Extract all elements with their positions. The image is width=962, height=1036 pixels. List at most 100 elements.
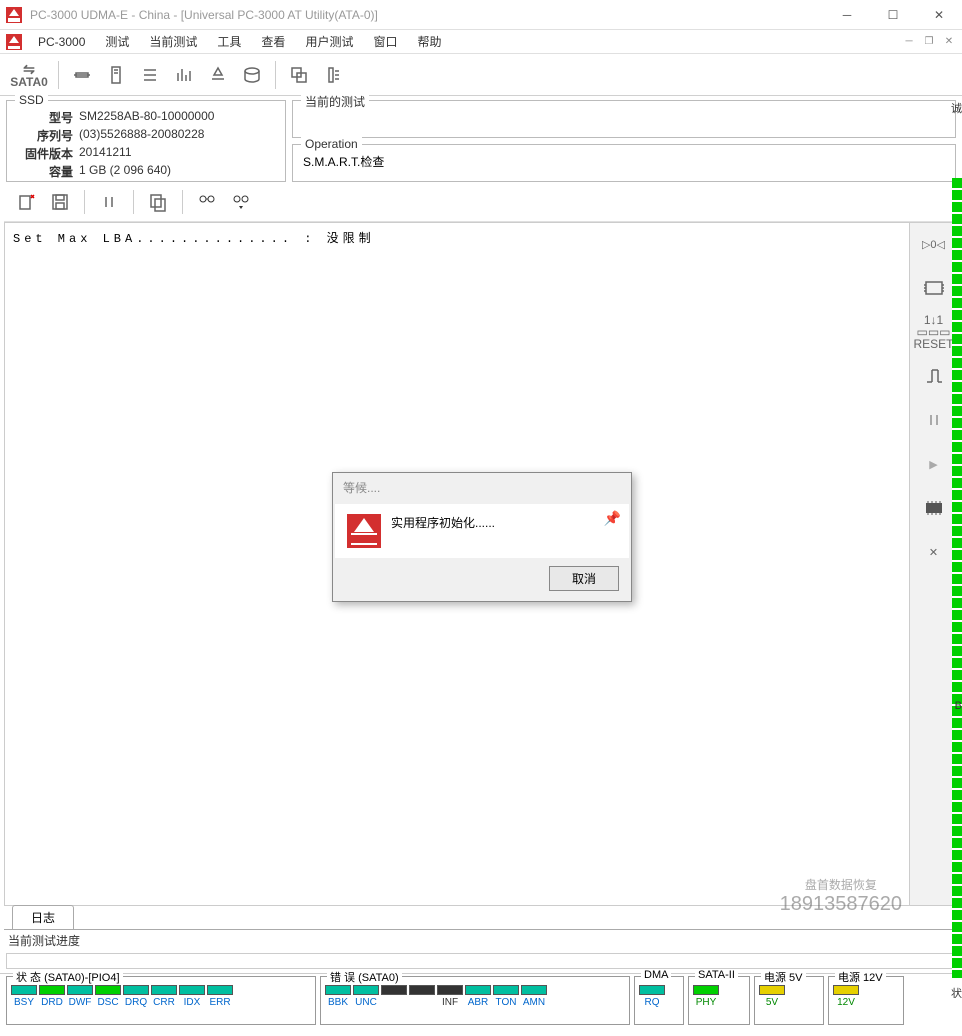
led-dwf [67,985,93,995]
led-5v [759,985,785,995]
menu-test[interactable]: 测试 [95,29,139,54]
rail-play-icon[interactable]: ▶ [918,451,950,477]
firmware-label: 固件版本 [17,145,73,162]
led-crr [151,985,177,995]
log-new-button[interactable] [12,188,40,216]
toolbar-btn-5[interactable] [203,58,233,92]
ssd-panel-title: SSD [15,93,48,107]
serial-value: (03)5526888-20080228 [79,127,204,144]
status-group-5v: 电源 5V 5V [754,976,824,1025]
activity-strip [952,178,962,978]
operation-title: Operation [301,137,362,151]
port-button[interactable]: ⇋ SATA0 [8,58,50,92]
menu-current-test[interactable]: 当前测试 [139,29,207,54]
led-drd [39,985,65,995]
menu-view[interactable]: 查看 [251,29,295,54]
menu-help[interactable]: 帮助 [407,29,451,54]
menu-logo-icon [6,34,22,50]
edge-text-3: 状 [951,985,962,1001]
rail-tools-icon[interactable]: ✕ [918,539,950,565]
status-error-title: 错 误 (SATA0) [327,969,402,985]
toolbar-btn-2[interactable] [101,58,131,92]
status-bar: 状 态 (SATA0)-[PIO4] BSY DRD DWF DSC DRQ C… [0,973,962,1027]
tab-log[interactable]: 日志 [12,905,74,929]
log-save-button[interactable] [46,188,74,216]
status-group-dma: DMA RQ [634,976,684,1025]
toolbar-btn-3[interactable] [135,58,165,92]
current-test-title: 当前的测试 [301,93,369,110]
firmware-value: 20141211 [79,145,132,162]
led-rq [639,985,665,995]
menu-user-test[interactable]: 用户测试 [295,29,363,54]
led-phy [693,985,719,995]
led-bsy [11,985,37,995]
led-ton [493,985,519,995]
toolbar-btn-7[interactable] [284,58,314,92]
toolbar-btn-1[interactable] [67,58,97,92]
menu-app[interactable]: PC-3000 [28,31,95,53]
rail-reset-button[interactable]: 1↓1▭▭▭RESET [918,319,950,345]
led-abr [465,985,491,995]
tab-strip: 日志 [4,906,958,930]
status-5v-title: 电源 5V [761,969,806,985]
status-group-state: 状 态 (SATA0)-[PIO4] BSY DRD DWF DSC DRQ C… [6,976,316,1025]
progress-bar [6,953,956,969]
model-value: SM2258AB-80-10000000 [79,109,214,126]
menu-bar: PC-3000 测试 当前测试 工具 查看 用户测试 窗口 帮助 ─ ❐ ✕ [0,30,962,54]
toolbar-btn-8[interactable] [318,58,348,92]
status-12v-title: 电源 12V [835,969,886,985]
dialog-title: 等候.... [333,473,631,502]
edge-text-1: 诚 [951,100,962,116]
ssd-panel: SSD 型号SM2258AB-80-10000000 序列号(03)552688… [6,100,286,182]
log-copy-button[interactable] [144,188,172,216]
status-group-sata: SATA-II PHY [688,976,750,1025]
mdi-close-button[interactable]: ✕ [940,34,958,50]
toolbar-btn-6[interactable] [237,58,267,92]
rail-chip-icon[interactable] [918,275,950,301]
led-e3 [381,985,407,995]
title-bar: PC-3000 UDMA-E - China - [Universal PC-3… [0,0,962,30]
minimize-button[interactable]: ─ [824,0,870,30]
dialog-message: 实用程序初始化...... [391,514,495,531]
pin-icon[interactable]: 📌 [604,510,621,527]
window-title: PC-3000 UDMA-E - China - [Universal PC-3… [30,8,824,22]
status-sata-title: SATA-II [695,969,738,981]
led-idx [179,985,205,995]
log-toolbar [4,182,958,222]
log-find-button[interactable] [193,188,221,216]
menu-tools[interactable]: 工具 [207,29,251,54]
model-label: 型号 [17,109,73,126]
mdi-minimize-button[interactable]: ─ [900,34,918,50]
right-rail: ▷0◁ 1↓1▭▭▭RESET ▶ ✕ [909,223,957,905]
edge-text-2: B [955,700,962,712]
rail-signal-icon[interactable] [918,363,950,389]
menu-window[interactable]: 窗口 [363,29,407,54]
led-drq [123,985,149,995]
capacity-label: 容量 [17,163,73,180]
operation-text: S.M.A.R.T.检查 [303,153,945,170]
maximize-button[interactable]: ☐ [870,0,916,30]
led-amn [521,985,547,995]
rail-ic-icon[interactable] [918,495,950,521]
led-err [207,985,233,995]
operation-panel: Operation S.M.A.R.T.检查 [292,144,956,182]
progress-label: 当前测试进度 [0,930,962,951]
status-dma-title: DMA [641,969,671,981]
info-panels: SSD 型号SM2258AB-80-10000000 序列号(03)552688… [0,96,962,182]
led-e4 [409,985,435,995]
close-button[interactable]: ✕ [916,0,962,30]
log-find-next-button[interactable] [227,188,255,216]
toolbar-btn-4[interactable] [169,58,199,92]
status-state-title: 状 态 (SATA0)-[PIO4] [13,969,123,985]
capacity-value: 1 GB (2 096 640) [79,163,171,180]
cancel-button[interactable]: 取消 [549,566,619,591]
rail-power-icon[interactable]: ▷0◁ [918,231,950,257]
led-12v [833,985,859,995]
led-unc [353,985,379,995]
led-bbk [325,985,351,995]
mdi-restore-button[interactable]: ❐ [920,34,938,50]
log-pause-button[interactable] [95,188,123,216]
status-group-error: 错 误 (SATA0) BBK UNC INF ABR TON AMN [320,976,630,1025]
app-logo-icon [6,7,22,23]
rail-pause-icon[interactable] [918,407,950,433]
